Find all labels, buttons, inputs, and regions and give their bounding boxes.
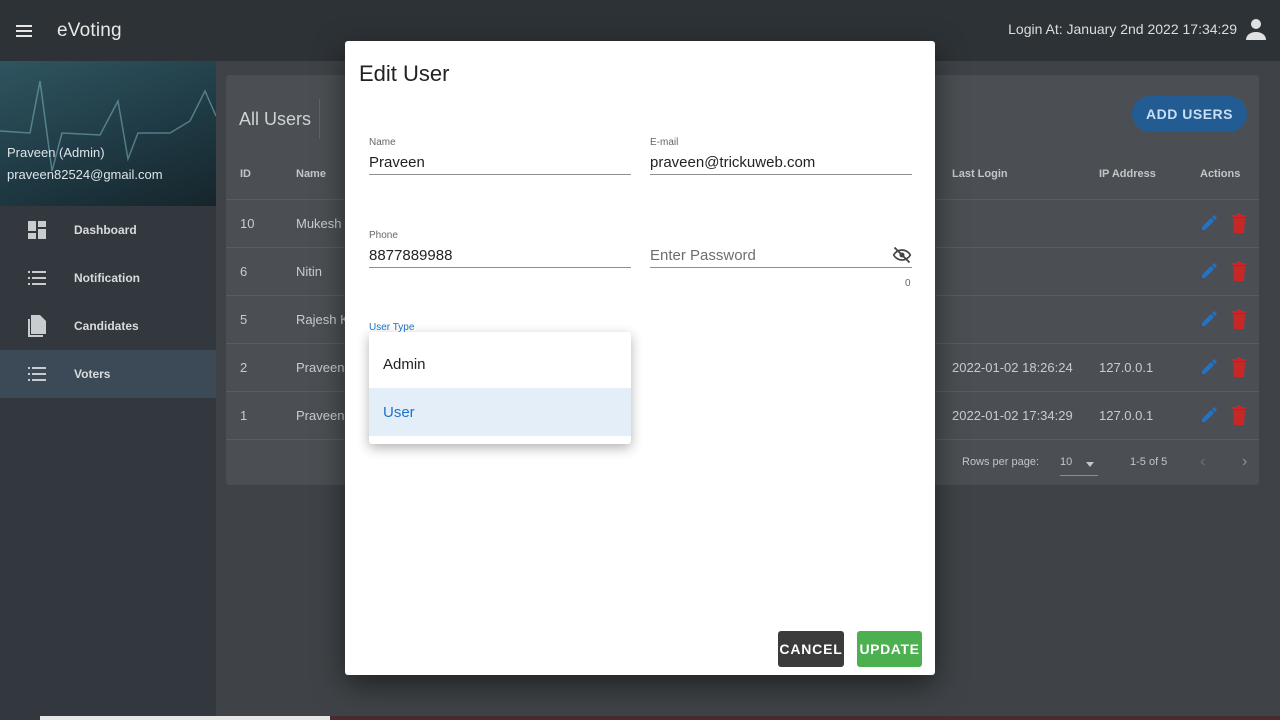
edit-icon[interactable] bbox=[1200, 358, 1218, 376]
column-header-ip[interactable]: IP Address bbox=[1099, 168, 1156, 180]
chevron-right-icon[interactable]: › bbox=[1242, 453, 1247, 471]
list-icon bbox=[27, 364, 47, 384]
sidebar-item-label: Candidates bbox=[74, 319, 139, 333]
cell-id: 2 bbox=[240, 360, 248, 375]
edit-icon[interactable] bbox=[1200, 406, 1218, 424]
option-label: User bbox=[383, 404, 415, 421]
cell-id: 5 bbox=[240, 312, 248, 327]
delete-icon[interactable] bbox=[1231, 357, 1247, 377]
password-placeholder: Enter Password bbox=[650, 247, 756, 264]
edit-icon[interactable] bbox=[1200, 262, 1218, 280]
delete-icon[interactable] bbox=[1231, 405, 1247, 425]
bottom-strip bbox=[40, 716, 330, 720]
name-label: Name bbox=[369, 137, 396, 148]
divider bbox=[319, 99, 320, 139]
user-type-option-admin[interactable]: Admin bbox=[369, 340, 631, 388]
sidebar: Praveen (Admin) praveen82524@gmail.com D… bbox=[0, 61, 216, 720]
delete-icon[interactable] bbox=[1231, 213, 1247, 233]
cell-ip: 127.0.0.1 bbox=[1099, 408, 1154, 423]
sidebar-item-dashboard[interactable]: Dashboard bbox=[0, 206, 216, 254]
cell-ip: 127.0.0.1 bbox=[1099, 360, 1154, 375]
delete-icon[interactable] bbox=[1231, 261, 1247, 281]
sidebar-item-voters[interactable]: Voters bbox=[0, 350, 216, 398]
cancel-button[interactable]: CANCEL bbox=[778, 631, 844, 667]
sidebar-item-label: Voters bbox=[74, 367, 111, 381]
name-field[interactable]: Name Praveen bbox=[369, 137, 631, 175]
cell-last-login: 2022-01-02 18:26:24 bbox=[952, 360, 1073, 375]
sidebar-item-candidates[interactable]: Candidates bbox=[0, 302, 216, 350]
cell-name: Mukesh bbox=[296, 216, 342, 231]
phone-label: Phone bbox=[369, 230, 398, 241]
cell-name: Nitin bbox=[296, 264, 323, 279]
rows-per-page-select[interactable]: 10 bbox=[1060, 450, 1098, 476]
user-type-option-user[interactable]: User bbox=[369, 388, 631, 436]
caret-down-icon bbox=[1086, 462, 1094, 467]
list-icon bbox=[27, 268, 47, 288]
phone-field[interactable]: Phone 8877889988 bbox=[369, 230, 631, 268]
menu-icon[interactable] bbox=[16, 24, 32, 37]
account-icon[interactable] bbox=[1244, 17, 1268, 41]
rows-per-page-label: Rows per page: bbox=[962, 456, 1040, 468]
sidebar-item-notification[interactable]: Notification bbox=[0, 254, 216, 302]
edit-icon[interactable] bbox=[1200, 310, 1218, 328]
add-users-button[interactable]: ADD USERS bbox=[1132, 96, 1247, 132]
eye-off-icon[interactable] bbox=[892, 245, 912, 265]
page-title: All Users bbox=[239, 109, 312, 129]
dialog-title: Edit User bbox=[359, 61, 450, 86]
password-field[interactable]: Enter Password bbox=[650, 230, 912, 268]
profile-name: Praveen (Admin) bbox=[7, 145, 105, 160]
email-field[interactable]: E-mail praveen@trickuweb.com bbox=[650, 137, 912, 175]
password-counter: 0 bbox=[905, 278, 911, 289]
cell-id: 10 bbox=[240, 216, 255, 231]
document-icon bbox=[27, 315, 47, 337]
edit-icon[interactable] bbox=[1200, 214, 1218, 232]
column-header-name[interactable]: Name bbox=[296, 168, 326, 180]
heartbeat-graphic bbox=[0, 80, 216, 172]
phone-value: 8877889988 bbox=[369, 247, 453, 264]
email-label: E-mail bbox=[650, 137, 679, 148]
sidebar-item-label: Dashboard bbox=[74, 223, 137, 237]
app-title: eVoting bbox=[57, 19, 122, 41]
dashboard-icon bbox=[27, 220, 47, 240]
email-value: praveen@trickuweb.com bbox=[650, 154, 816, 171]
cell-id: 1 bbox=[240, 408, 248, 423]
column-header-id[interactable]: ID bbox=[240, 168, 251, 180]
pagination-range: 1-5 of 5 bbox=[1130, 456, 1168, 468]
sidebar-item-label: Notification bbox=[74, 271, 140, 285]
cell-name: Praveen bbox=[296, 360, 345, 375]
bottom-strip bbox=[330, 716, 1280, 720]
option-label: Admin bbox=[383, 356, 426, 373]
name-value: Praveen bbox=[369, 154, 425, 171]
profile-header: Praveen (Admin) praveen82524@gmail.com bbox=[0, 61, 216, 206]
update-button[interactable]: UPDATE bbox=[857, 631, 922, 667]
profile-email: praveen82524@gmail.com bbox=[7, 167, 163, 182]
rows-per-page-value: 10 bbox=[1060, 456, 1073, 468]
edit-user-dialog: Edit User Name Praveen E-mail praveen@tr… bbox=[345, 41, 935, 675]
delete-icon[interactable] bbox=[1231, 309, 1247, 329]
cell-id: 6 bbox=[240, 264, 248, 279]
cell-name: Praveen bbox=[296, 408, 345, 423]
chevron-left-icon[interactable]: ‹ bbox=[1200, 453, 1205, 471]
login-info: Login At: January 2nd 2022 17:34:29 bbox=[1008, 21, 1237, 37]
column-header-last-login[interactable]: Last Login bbox=[952, 168, 1008, 180]
cell-last-login: 2022-01-02 17:34:29 bbox=[952, 408, 1073, 423]
column-header-actions: Actions bbox=[1200, 168, 1241, 180]
user-type-menu: Admin User bbox=[369, 332, 631, 444]
